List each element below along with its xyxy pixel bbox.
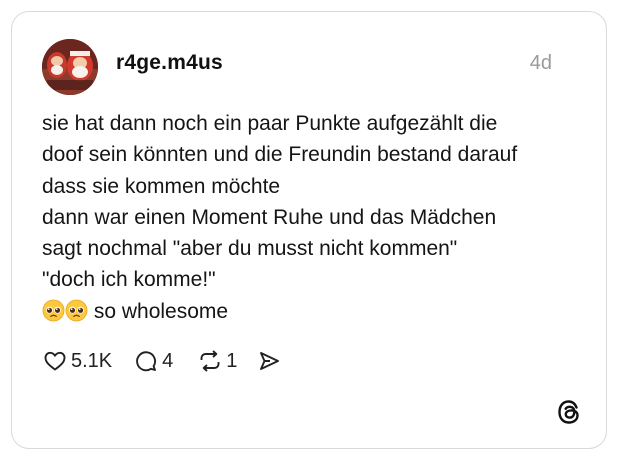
comment-icon	[134, 349, 158, 373]
post-card: r4ge.m4us 4d sie hat dann noch ein paar …	[11, 11, 607, 449]
like-count: 5.1K	[71, 349, 113, 372]
post-timestamp: 4d	[529, 52, 552, 74]
pleading-face-emoji	[42, 299, 65, 331]
heart-icon	[43, 349, 67, 373]
post-line: dann war einen Moment Ruhe und das Mädch…	[42, 205, 497, 229]
post-line: sagt nochmal "aber du musst nicht kommen…	[42, 237, 458, 261]
username[interactable]: r4ge.m4us	[116, 51, 223, 75]
share-button[interactable]	[257, 349, 281, 373]
post-line: doof sein könnten und die Freundin besta…	[42, 143, 518, 167]
pleading-face-emoji	[65, 299, 88, 331]
threads-logo-icon	[556, 398, 582, 426]
post-line: "doch ich komme!"	[42, 268, 216, 292]
action-bar: 5.1K 4 1	[43, 346, 281, 376]
post-line-last: so wholesome	[42, 296, 582, 331]
send-icon	[257, 349, 281, 373]
post-line: sie hat dann noch ein paar Punkte aufgez…	[42, 112, 498, 135]
post-line-text: so wholesome	[93, 299, 229, 323]
post-body: sie hat dann noch ein paar Punkte aufgez…	[42, 108, 582, 331]
repost-button[interactable]: 1	[197, 349, 237, 373]
repost-icon	[197, 349, 223, 373]
avatar[interactable]	[42, 39, 98, 95]
reply-button[interactable]: 4	[134, 349, 173, 373]
post-line: dass sie kommen möchte	[42, 174, 281, 198]
like-button[interactable]: 5.1K	[43, 349, 112, 373]
repost-count: 1	[226, 349, 238, 372]
reply-count: 4	[162, 349, 174, 372]
